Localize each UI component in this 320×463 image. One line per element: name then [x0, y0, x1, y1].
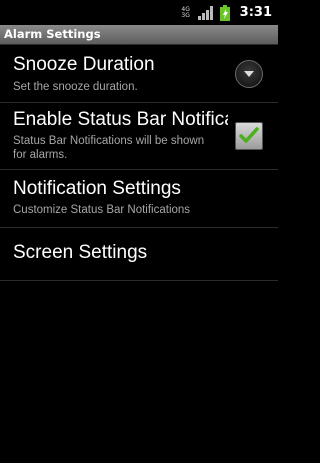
- page-title: Alarm Settings: [4, 27, 101, 41]
- signal-strength-icon: [197, 5, 213, 20]
- chevron-down-icon: [244, 71, 254, 77]
- network-type-bottom: 3G: [181, 11, 190, 19]
- pref-summary: Customize Status Bar Notifications: [13, 204, 191, 216]
- notification-settings-pref[interactable]: Notification Settings Customize Status B…: [0, 170, 278, 228]
- status-bar: 4G 3G 3:31: [0, 0, 278, 25]
- pref-title: Notification Settings: [13, 178, 181, 199]
- pref-title: Enable Status Bar Notifications: [13, 109, 228, 130]
- title-bar: Alarm Settings: [0, 25, 278, 45]
- checkmark-icon: [239, 127, 259, 143]
- enable-status-bar-notifications-pref[interactable]: Enable Status Bar Notifications Status B…: [0, 103, 278, 170]
- pref-summary-line-1: Status Bar Notifications will be shown: [13, 135, 205, 147]
- status-icons: 4G 3G 3:31: [180, 3, 272, 22]
- battery-charging-icon: [219, 4, 230, 21]
- pref-title: Snooze Duration: [13, 54, 155, 75]
- snooze-dropdown-button[interactable]: [235, 60, 263, 88]
- pref-summary-line-2: for alarms.: [13, 149, 68, 161]
- screen-settings-pref[interactable]: Screen Settings: [0, 228, 278, 281]
- clock: 3:31: [239, 5, 272, 20]
- snooze-duration-pref[interactable]: Snooze Duration Set the snooze duration.: [0, 45, 278, 103]
- notifications-checkbox[interactable]: [235, 122, 263, 150]
- network-type-icon: 4G 3G: [180, 6, 192, 19]
- pref-title: Screen Settings: [13, 242, 148, 263]
- pref-summary: Set the snooze duration.: [13, 81, 138, 93]
